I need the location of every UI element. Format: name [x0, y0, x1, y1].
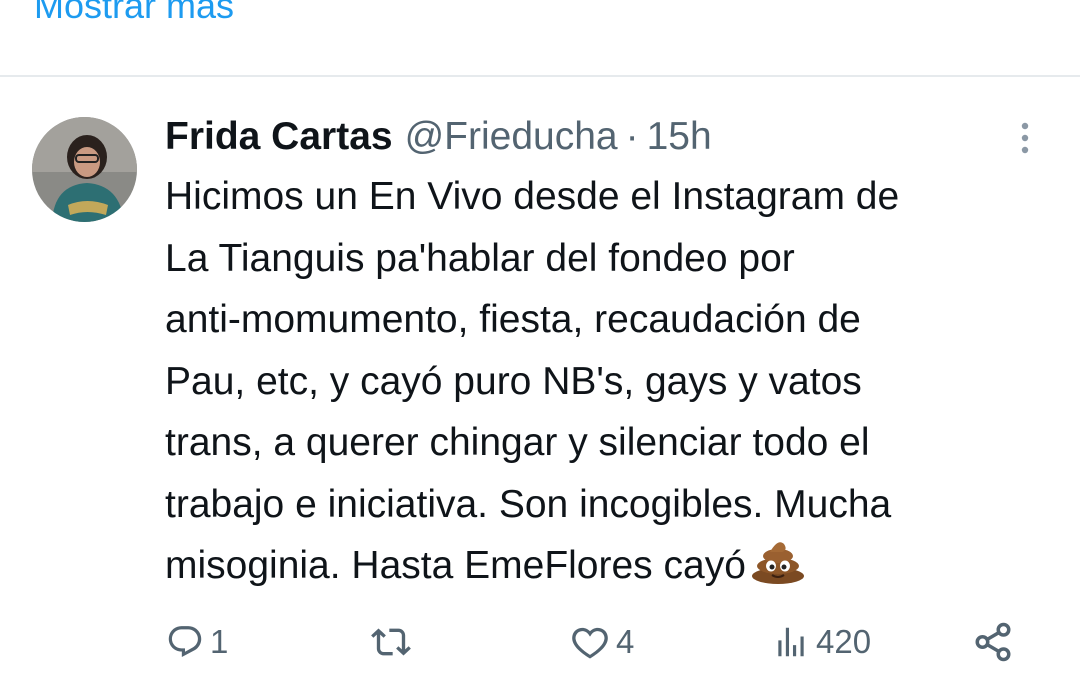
avatar-image	[32, 117, 137, 222]
retweet-icon	[371, 628, 411, 656]
more-button[interactable]	[1010, 118, 1040, 158]
author-name[interactable]: Frida Cartas	[165, 115, 393, 159]
like-button[interactable]: 4	[570, 612, 634, 672]
reply-button[interactable]: 1	[166, 612, 228, 672]
divider	[0, 75, 1080, 77]
share-icon	[975, 622, 1011, 662]
tweet-text-line: misoginia. Hasta EmeFlores cayó	[165, 544, 746, 587]
tweet-text-line: trans, a querer chingar y silenciar todo…	[165, 421, 870, 464]
tweet-text-line: Pau, etc, y cayó puro NB's, gays y vatos	[165, 359, 862, 403]
tweet-text-line: Hicimos un En Vivo desde el Instagram de	[165, 175, 900, 218]
poop-emoji-icon	[750, 538, 806, 603]
tweet-text-last-line: misoginia. Hasta EmeFlores cayó	[165, 535, 1065, 603]
views-button[interactable]: 420	[772, 612, 871, 672]
like-count: 4	[616, 623, 635, 660]
timestamp[interactable]: 15h	[647, 115, 712, 159]
share-button[interactable]	[972, 612, 1014, 672]
like-icon	[572, 627, 608, 659]
separator: ·	[625, 115, 639, 158]
views-icon	[778, 627, 804, 657]
tweet-text-line: trabajo e iniciativa. Son incogibles. Mu…	[165, 482, 892, 526]
more-icon	[1021, 122, 1029, 154]
action-bar: 1 4 420	[0, 612, 1080, 672]
author-handle[interactable]: @Frieducha	[405, 115, 618, 159]
reply-count: 1	[210, 623, 229, 660]
reply-icon	[168, 626, 202, 658]
views-count: 420	[816, 623, 872, 660]
tweet-text-line: anti-momumento, fiesta, recaudación de	[165, 298, 861, 341]
avatar[interactable]	[32, 117, 137, 222]
tweet-header: Frida Cartas @Frieducha · 15h	[165, 112, 712, 162]
tweet-text-line: La Tianguis pa'hablar del fondeo por	[165, 236, 795, 280]
retweet-button[interactable]	[368, 612, 420, 672]
tweet-text: Hicimos un En Vivo desde el Instagram de…	[165, 166, 1065, 603]
show-more-link[interactable]: Mostrar más	[34, 0, 234, 24]
